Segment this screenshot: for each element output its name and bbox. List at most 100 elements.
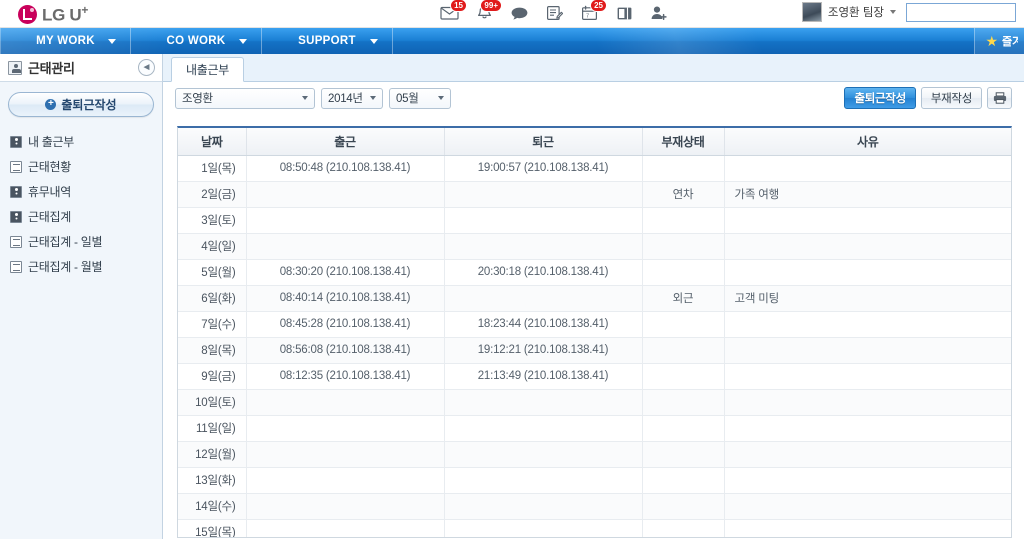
chat-icon[interactable] xyxy=(508,2,530,24)
grid-icon xyxy=(10,260,22,273)
table-row[interactable]: 9일(금) 08:12:35 (210.108.138.41) 21:13:49 (… xyxy=(178,363,1011,390)
cell-checkout: 19:00:57 (210.108.138.41) xyxy=(444,155,643,182)
sidebar-item-label: 휴무내역 xyxy=(28,185,71,199)
sidebar-header: 근태관리 ◄ xyxy=(0,54,162,82)
month-select[interactable]: 05월 xyxy=(389,87,451,109)
cell-reason xyxy=(724,259,1011,286)
filter-toolbar: 조영환 2014년 05월 출퇴근작성 부재작성 xyxy=(163,82,1024,114)
cell-date: 7일(수) xyxy=(178,311,247,338)
tab-my-attendance[interactable]: 내출근부 xyxy=(171,57,244,82)
cell-status xyxy=(642,233,725,260)
cell-date: 13일(화) xyxy=(178,467,247,494)
cell-status xyxy=(642,259,725,286)
book-icon[interactable] xyxy=(613,2,635,24)
sidebar-item-label: 근태집계 - 월별 xyxy=(28,260,103,274)
user-area: 조영환 팀장 xyxy=(801,2,1016,22)
cell-checkin: 08:50:48 (210.108.138.41) xyxy=(246,155,445,182)
table-row[interactable]: 3일(토) xyxy=(178,207,1011,234)
cell-checkout xyxy=(444,415,643,442)
favorites-button[interactable]: ★ 즐겨 xyxy=(974,28,1024,54)
calendar-icon[interactable]: 7 25 xyxy=(578,0,607,24)
cell-date: 9일(금) xyxy=(178,363,247,390)
nav-item-support[interactable]: SUPPORT xyxy=(262,28,393,54)
cell-checkout: 21:13:49 (210.108.138.41) xyxy=(444,363,643,390)
table-row[interactable]: 1일(목) 08:50:48 (210.108.138.41) 19:00:57 (… xyxy=(178,155,1011,182)
chevron-down-icon xyxy=(370,39,378,44)
create-attendance-button[interactable]: + 출퇴근작성 xyxy=(8,92,154,117)
cell-reason xyxy=(724,155,1011,182)
cell-reason xyxy=(724,519,1011,537)
sidebar-item-summary-daily[interactable]: 근태집계 - 일별 xyxy=(0,229,162,254)
table-row[interactable]: 11일(일) xyxy=(178,415,1011,442)
cell-checkin xyxy=(246,181,445,208)
cell-checkout xyxy=(444,181,643,208)
bell-icon[interactable]: 99+ xyxy=(473,0,502,24)
table-row[interactable]: 13일(화) xyxy=(178,467,1011,494)
search-input[interactable] xyxy=(906,2,1016,22)
cell-reason: 고객 미팅 xyxy=(724,285,1011,312)
bell-badge: 99+ xyxy=(480,0,502,12)
month-select-value: 05월 xyxy=(396,93,419,105)
year-select[interactable]: 2014년 xyxy=(321,87,383,109)
sidebar-item-summary-monthly[interactable]: 근태집계 - 월별 xyxy=(0,254,162,279)
create-attendance-label: 출퇴근작성 xyxy=(61,98,117,112)
sidebar-item-attendance-summary[interactable]: 근태집계 xyxy=(0,204,162,229)
tab-bar: 내출근부 xyxy=(163,54,1024,82)
cell-reason xyxy=(724,337,1011,364)
table-row[interactable]: 14일(수) xyxy=(178,493,1011,520)
employee-select[interactable]: 조영환 xyxy=(175,87,315,109)
svg-text:7: 7 xyxy=(586,14,589,20)
cell-checkin: 08:30:20 (210.108.138.41) xyxy=(246,259,445,286)
cell-checkin xyxy=(246,467,445,494)
logo[interactable]: LG U+ xyxy=(18,3,88,26)
user-name: 조영환 팀장 xyxy=(827,7,884,19)
sidebar-item-leave-history[interactable]: 휴무내역 xyxy=(0,179,162,204)
table-row[interactable]: 7일(수) 08:45:28 (210.108.138.41) 18:23:44 (… xyxy=(178,311,1011,338)
table-row[interactable]: 2일(금) 연차 가족 여행 xyxy=(178,181,1011,208)
cell-reason xyxy=(724,441,1011,468)
create-absence-button[interactable]: 부재작성 xyxy=(920,87,982,109)
favorites-label: 즐겨 xyxy=(1002,36,1018,48)
attendance-icon xyxy=(8,60,22,75)
cell-checkin xyxy=(246,493,445,520)
table-row[interactable]: 15일(목) xyxy=(178,519,1011,537)
sidebar-item-label: 내 출근부 xyxy=(28,135,74,149)
cell-checkin xyxy=(246,207,445,234)
nav-item-co-work[interactable]: CO WORK xyxy=(131,28,262,54)
cell-checkin: 08:40:14 (210.108.138.41) xyxy=(246,285,445,312)
add-user-icon[interactable] xyxy=(648,2,670,24)
cell-checkin: 08:56:08 (210.108.138.41) xyxy=(246,337,445,364)
create-attendance-action-button[interactable]: 출퇴근작성 xyxy=(844,87,916,109)
table-row[interactable]: 8일(목) 08:56:08 (210.108.138.41) 19:12:21 (… xyxy=(178,337,1011,364)
cell-status xyxy=(642,363,725,390)
cell-checkout xyxy=(444,389,643,416)
attendance-table-container: 날짜 출근 퇴근 부재상태 사유 1일(목) 08:50:48 (210.108.… xyxy=(177,126,1012,538)
table-row[interactable]: 6일(화) 08:40:14 (210.108.138.41) 외근 고객 미팅 xyxy=(178,285,1011,312)
cell-status xyxy=(642,311,725,338)
note-icon[interactable] xyxy=(543,2,565,24)
cell-date: 6일(화) xyxy=(178,285,247,312)
cell-status: 외근 xyxy=(642,285,725,312)
sidebar: 근태관리 ◄ + 출퇴근작성 내 출근부 근태현황 휴무내역 근태집계 근태집계… xyxy=(0,54,163,539)
plus-icon: + xyxy=(45,99,57,110)
table-row[interactable]: 4일(일) xyxy=(178,233,1011,260)
table-row[interactable]: 5일(월) 08:30:20 (210.108.138.41) 20:30:18 (… xyxy=(178,259,1011,286)
cell-status xyxy=(642,155,725,182)
chevron-down-icon[interactable] xyxy=(890,10,896,14)
table-header: 날짜 출근 퇴근 부재상태 사유 xyxy=(178,128,1011,156)
table-row[interactable]: 12일(월) xyxy=(178,441,1011,468)
cell-status xyxy=(642,493,725,520)
cell-status xyxy=(642,415,725,442)
person-icon xyxy=(10,210,22,223)
printer-icon xyxy=(993,92,1006,104)
print-button[interactable] xyxy=(987,87,1012,109)
sidebar-item-attendance-status[interactable]: 근태현황 xyxy=(0,154,162,179)
mail-icon[interactable]: 15 xyxy=(438,0,467,24)
table-row[interactable]: 10일(토) xyxy=(178,389,1011,416)
collapse-sidebar-button[interactable]: ◄ xyxy=(138,59,155,76)
cell-date: 5일(월) xyxy=(178,259,247,286)
cell-status xyxy=(642,519,725,537)
cell-checkout: 20:30:18 (210.108.138.41) xyxy=(444,259,643,286)
nav-item-my-work[interactable]: MY WORK xyxy=(0,28,131,54)
sidebar-item-my-attendance[interactable]: 내 출근부 xyxy=(0,129,162,154)
